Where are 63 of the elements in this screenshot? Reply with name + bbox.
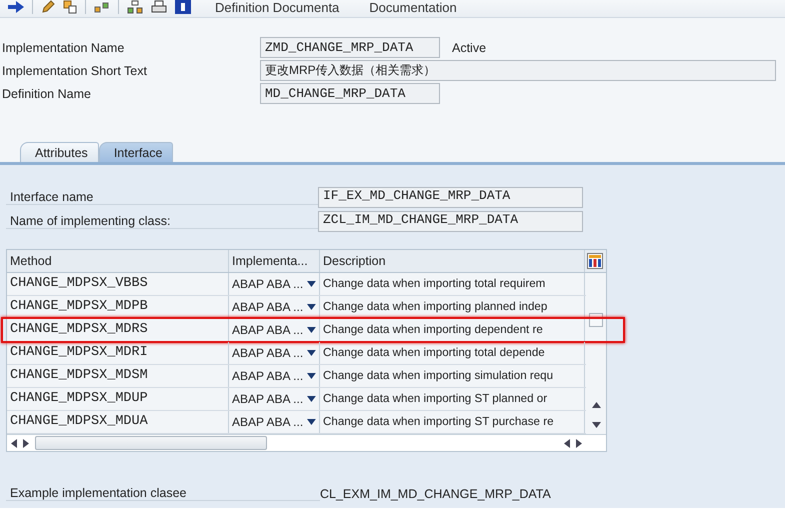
input-field[interactable]: 更改MRP传入数据（相关需求） bbox=[260, 60, 776, 81]
table-cell: Change data when importing simulation requ bbox=[320, 365, 585, 387]
table-cell: CHANGE_MDPSX_MDRS bbox=[7, 319, 229, 341]
field-label: Implementation Short Text bbox=[2, 64, 148, 78]
table-cell: CHANGE_MDPSX_MDRI bbox=[7, 342, 229, 364]
table-cell-text: ABAP ABA ... bbox=[232, 391, 304, 408]
input-field[interactable]: MD_CHANGE_MRP_DATA bbox=[260, 83, 440, 104]
field-label: Interface name bbox=[6, 190, 318, 204]
hierarchy-icon[interactable] bbox=[94, 0, 110, 14]
column-header[interactable]: Implementa... bbox=[229, 250, 320, 272]
input-field[interactable]: IF_EX_MD_CHANGE_MRP_DATA bbox=[318, 186, 583, 208]
table-cell: Change data when importing dependent re bbox=[320, 319, 585, 341]
toolbar-button[interactable]: Documentation bbox=[363, 0, 463, 14]
table-cell: Change data when importing planned indep bbox=[320, 296, 585, 318]
dropdown-icon[interactable] bbox=[307, 304, 316, 310]
table-cell: CHANGE_MDPSX_MDUP bbox=[7, 388, 229, 410]
info-icon[interactable] bbox=[175, 0, 191, 14]
scroll-right-icon[interactable] bbox=[576, 438, 582, 448]
dropdown-icon[interactable] bbox=[307, 373, 316, 379]
field-label: Definition Name bbox=[2, 86, 92, 100]
column-settings-icon[interactable] bbox=[587, 253, 603, 269]
status-text: Active bbox=[452, 40, 486, 54]
copy-icon[interactable] bbox=[63, 0, 77, 14]
arrow-icon[interactable] bbox=[8, 1, 24, 13]
table-cell-text: ABAP ABA ... bbox=[232, 368, 304, 385]
dropdown-icon[interactable] bbox=[307, 327, 316, 333]
table-cell-text: ABAP ABA ... bbox=[232, 276, 304, 293]
table-cell: CHANGE_MDPSX_MDSM bbox=[7, 365, 229, 387]
column-header[interactable]: Description bbox=[320, 250, 585, 272]
input-field[interactable]: ZCL_IM_MD_CHANGE_MRP_DATA bbox=[318, 210, 583, 232]
table-cell: CHANGE_MDPSX_MDUA bbox=[7, 411, 229, 433]
scroll-up-icon[interactable] bbox=[592, 402, 600, 408]
field-label: Example implementation clasee bbox=[6, 486, 320, 501]
scroll-thumb[interactable] bbox=[35, 436, 267, 450]
toolbar-button[interactable]: Definition Documenta bbox=[209, 0, 346, 14]
field-label: Implementation Name bbox=[2, 40, 126, 54]
dropdown-icon[interactable] bbox=[307, 281, 316, 287]
dropdown-icon[interactable] bbox=[307, 396, 316, 402]
dropdown-icon[interactable] bbox=[307, 350, 316, 356]
tab[interactable]: Interface bbox=[98, 142, 174, 162]
field-label: Name of implementing class: bbox=[6, 214, 318, 228]
table-cell: Change data when importing ST purchase re bbox=[320, 411, 585, 433]
printer-icon[interactable] bbox=[151, 0, 167, 14]
table-cell: Change data when importing ST planned or bbox=[320, 388, 585, 410]
table-cell-text: ABAP ABA ... bbox=[232, 322, 304, 339]
column-header[interactable]: Method bbox=[7, 250, 229, 272]
structure-icon[interactable] bbox=[127, 0, 143, 14]
scroll-right-icon[interactable] bbox=[23, 438, 29, 448]
table-cell-text: ABAP ABA ... bbox=[232, 299, 304, 316]
scroll-left-icon[interactable] bbox=[11, 438, 17, 448]
table-cell: Change data when importing total requirem bbox=[320, 273, 585, 295]
scroll-down-icon[interactable] bbox=[592, 422, 600, 428]
table-cell-text: ABAP ABA ... bbox=[232, 345, 304, 362]
table-cell: CHANGE_MDPSX_MDPB bbox=[7, 296, 229, 318]
scroll-left-icon[interactable] bbox=[564, 438, 570, 448]
table-cell: Change data when importing total depende bbox=[320, 342, 585, 364]
table-cell-text: ABAP ABA ... bbox=[232, 414, 304, 431]
pencil-icon[interactable] bbox=[41, 0, 55, 14]
dropdown-icon[interactable] bbox=[307, 419, 316, 425]
input-field[interactable]: ZMD_CHANGE_MRP_DATA bbox=[260, 37, 440, 58]
tab[interactable]: Attributes bbox=[20, 142, 99, 162]
table-cell: CHANGE_MDPSX_VBBS bbox=[7, 273, 229, 295]
field-value: CL_EXM_IM_MD_CHANGE_MRP_DATA bbox=[320, 486, 551, 500]
